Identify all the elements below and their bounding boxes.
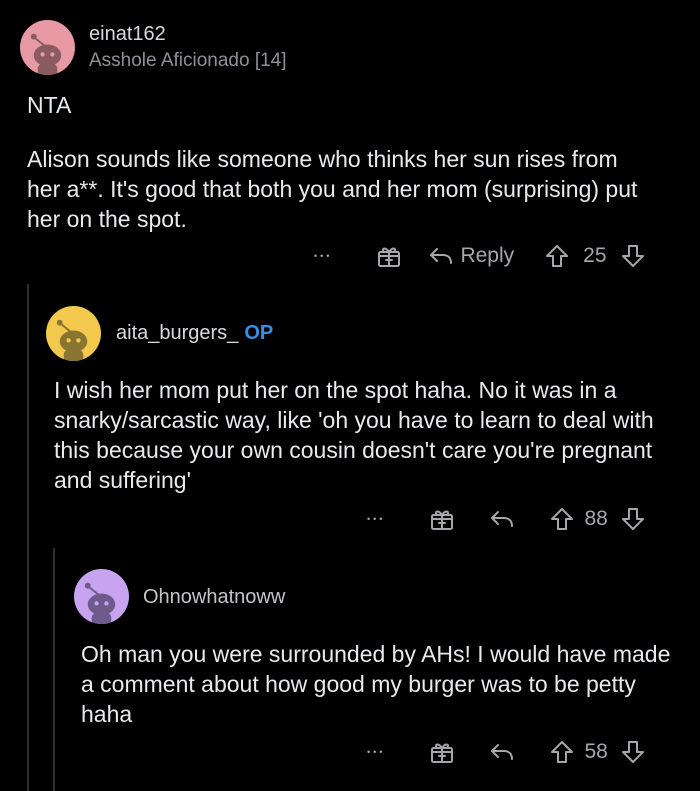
reply-arrow-icon — [491, 511, 514, 527]
reply-button[interactable] — [489, 507, 515, 531]
reply-arrow-icon — [491, 744, 514, 760]
downvote-arrow-icon — [621, 508, 644, 530]
comment-actions: ••• Reply 25 — [314, 241, 646, 271]
snoo-avatar-icon — [74, 569, 129, 624]
snoo-avatar-icon — [46, 306, 101, 361]
thread-line-level-2[interactable] — [53, 548, 55, 791]
comment-body: Oh man you were surrounded by AHs! I wou… — [81, 639, 681, 729]
comment-body: NTA Alison sounds like someone who think… — [27, 90, 647, 234]
reply-arrow-icon — [430, 248, 453, 264]
comment-actions: ••• 58 — [367, 737, 646, 767]
upvote-button[interactable] — [549, 739, 575, 765]
vote-score: 88 — [584, 507, 608, 530]
comment-paragraph: Oh man you were surrounded by AHs! I wou… — [81, 641, 671, 727]
upvote-button[interactable] — [549, 506, 575, 532]
vote-score: 58 — [584, 740, 608, 763]
gift-award-icon[interactable] — [429, 739, 455, 765]
gift-award-icon[interactable] — [429, 506, 455, 532]
op-badge: OP — [244, 322, 274, 344]
vote-score: 25 — [583, 244, 607, 267]
downvote-arrow-icon — [621, 741, 644, 763]
downvote-button[interactable] — [620, 243, 646, 269]
comment-paragraph: Alison sounds like someone who thinks he… — [27, 146, 638, 232]
gift-award-icon[interactable] — [376, 243, 402, 269]
username[interactable]: einat162 — [89, 23, 166, 46]
comment-paragraph: I wish her mom put her on the spot haha.… — [54, 377, 654, 493]
username-text[interactable]: aita_burgers_ — [116, 322, 238, 344]
upvote-arrow-icon — [551, 508, 574, 530]
thread-line-level-1[interactable] — [27, 284, 29, 791]
username[interactable]: Ohnowhatnoww — [143, 586, 285, 609]
avatar[interactable] — [46, 306, 101, 361]
comment-actions: ••• 88 — [367, 504, 646, 534]
downvote-button[interactable] — [620, 506, 646, 532]
snoo-avatar-icon — [20, 20, 75, 75]
avatar[interactable] — [74, 569, 129, 624]
reply-button[interactable]: Reply — [428, 244, 514, 268]
comment-paragraph: NTA — [27, 92, 72, 118]
avatar[interactable] — [20, 20, 75, 75]
more-options-icon[interactable]: ••• — [367, 747, 385, 757]
downvote-arrow-icon — [621, 245, 644, 267]
reply-label: Reply — [460, 244, 515, 267]
upvote-arrow-icon — [551, 741, 574, 763]
more-options-icon[interactable]: ••• — [314, 251, 332, 261]
user-flair: Asshole Aficionado [14] — [89, 50, 287, 71]
upvote-arrow-icon — [546, 245, 569, 267]
downvote-button[interactable] — [620, 739, 646, 765]
comment-body: I wish her mom put her on the spot haha.… — [54, 375, 684, 495]
more-options-icon[interactable]: ••• — [367, 514, 385, 524]
username[interactable]: aita_burgers_ OP — [116, 322, 273, 345]
upvote-button[interactable] — [544, 243, 570, 269]
reply-button[interactable] — [489, 740, 515, 764]
